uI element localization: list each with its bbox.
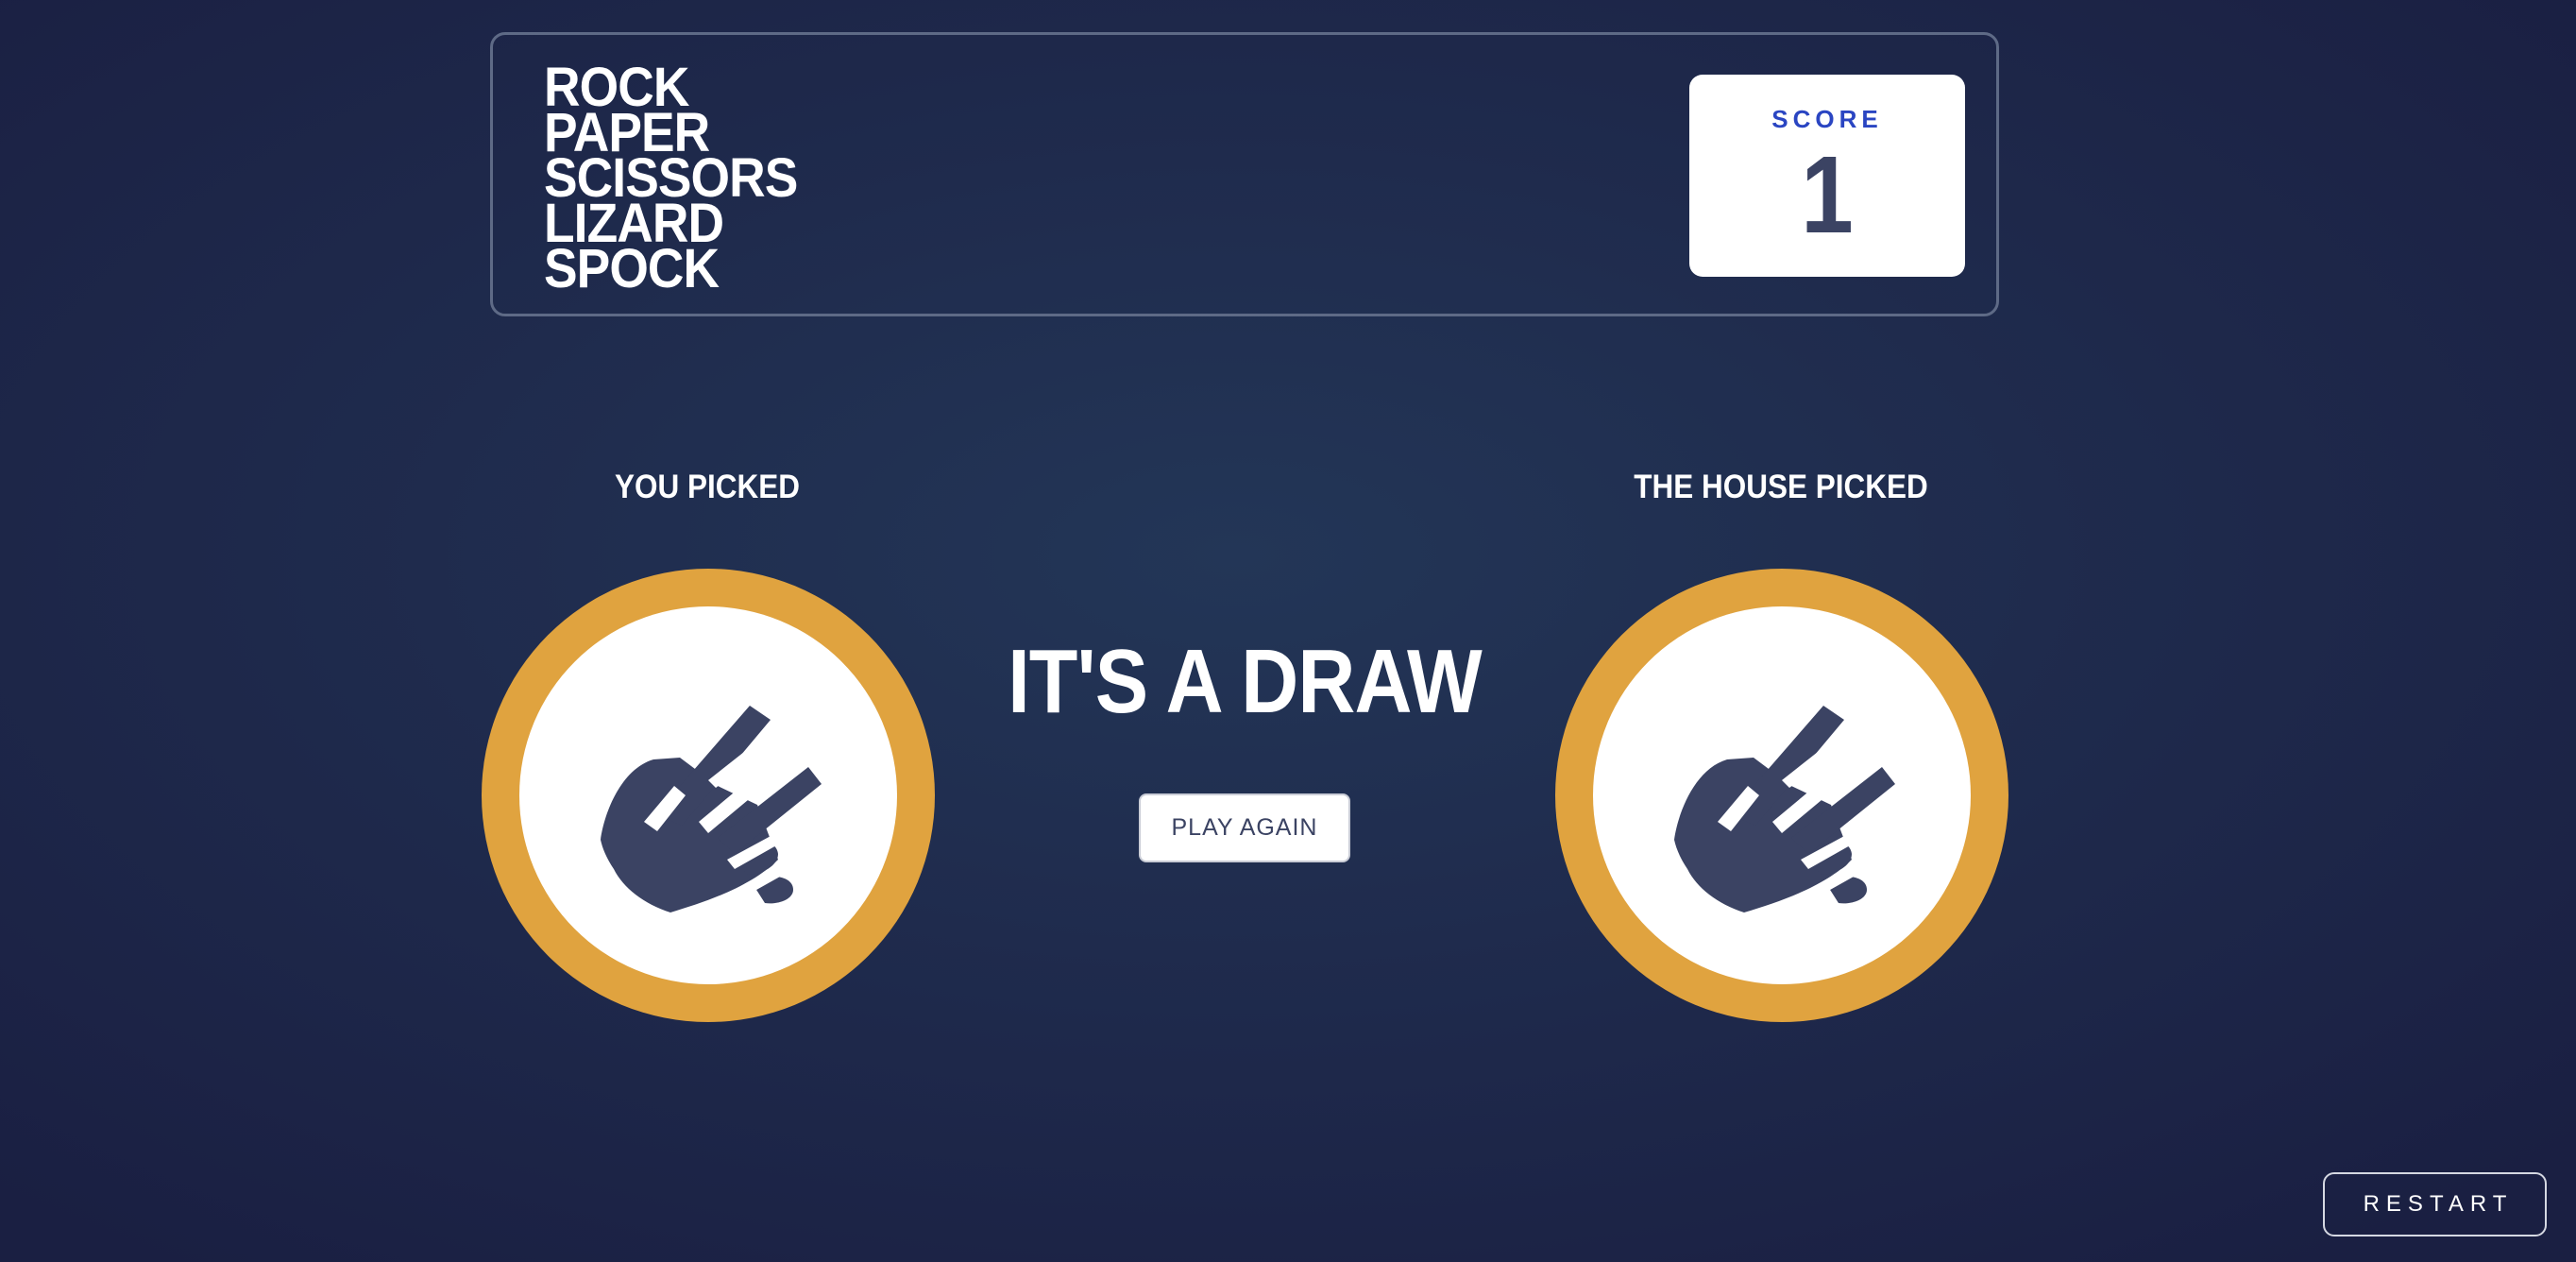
result-text: IT'S A DRAW — [1008, 631, 1482, 732]
lizard-icon — [601, 706, 822, 912]
player-choice-token — [482, 569, 935, 1022]
play-again-button[interactable]: PLAY AGAIN — [1139, 793, 1350, 862]
score-card: SCORE 1 — [1689, 75, 1965, 277]
house-picked-label: THE HOUSE PICKED — [1634, 469, 1928, 505]
player-choice-token-face — [519, 606, 897, 984]
restart-button[interactable]: RESTART — [2323, 1172, 2547, 1236]
house-choice-token-face — [1593, 606, 1971, 984]
you-picked-label: YOU PICKED — [614, 469, 801, 505]
score-value: 1 — [1801, 133, 1854, 256]
header-panel: ROCK PAPER SCISSORS LIZARD SPOCK SCORE 1 — [490, 32, 1999, 316]
logo-line-spock: SPOCK — [544, 238, 720, 299]
score-label: SCORE — [1771, 105, 1883, 133]
house-choice-token — [1555, 569, 2008, 1022]
lizard-icon — [1674, 706, 1895, 912]
game-logo: ROCK PAPER SCISSORS LIZARD SPOCK — [544, 60, 798, 299]
